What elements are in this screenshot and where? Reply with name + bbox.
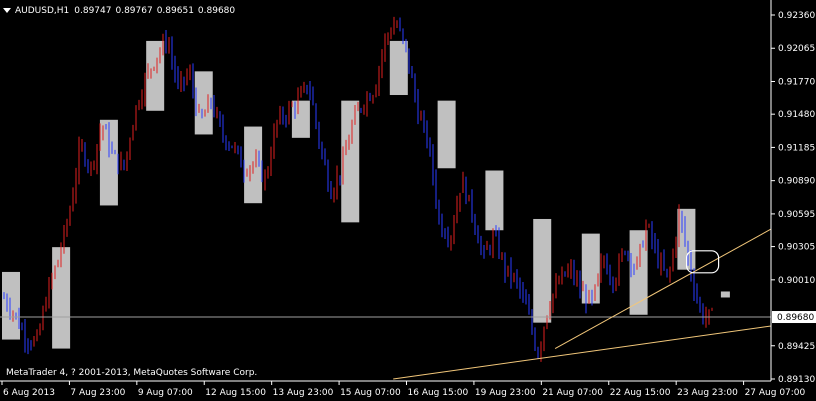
current-price-label: 0.89680 (777, 313, 814, 323)
axes-layer: 0.92360 0.92065 0.91770 0.91480 0.91185 0.908… (0, 0, 816, 398)
highlight-box (341, 100, 360, 223)
price-tick-label: 0.89425 (778, 342, 815, 352)
time-tick-label: 23 Aug 23:00 (677, 388, 738, 398)
current-price-marker (720, 291, 730, 298)
highlight-box (533, 218, 552, 323)
highlight-box (194, 71, 213, 135)
highlight-box (2, 271, 20, 340)
chart-window[interactable]: 0.92360 0.92065 0.91770 0.91480 0.91185 0.908… (0, 0, 816, 401)
highlight-box (437, 100, 456, 169)
time-tick-label: 12 Aug 15:00 (205, 388, 266, 398)
price-tick-label: 0.92065 (778, 44, 815, 54)
chart-header: AUDUSD,H1 0.89747 0.89767 0.89651 0.8968… (3, 4, 239, 17)
highlight-box (485, 170, 504, 231)
time-tick-label: 21 Aug 07:00 (542, 388, 603, 398)
open-price: 0.89747 (74, 5, 112, 16)
chart-menu-triangle-icon[interactable] (3, 8, 11, 13)
price-tick-label: 0.90010 (778, 276, 815, 286)
time-tick-label: 15 Aug 07:00 (340, 388, 401, 398)
highlight-box-layer (2, 40, 696, 349)
highlight-box (146, 40, 165, 111)
time-tick-label: 6 Aug 2013 (3, 388, 55, 398)
price-tick-label: 0.90305 (778, 243, 815, 253)
time-tick-label: 16 Aug 15:00 (408, 388, 469, 398)
price-tick-label: 0.90595 (778, 210, 815, 220)
time-tick-label: 22 Aug 15:00 (610, 388, 671, 398)
time-tick-label: 27 Aug 07:00 (745, 388, 806, 398)
high-price: 0.89767 (115, 5, 153, 16)
time-tick-label: 7 Aug 23:00 (70, 388, 125, 398)
copyright-text: MetaTrader 4, ? 2001-2013, MetaQuotes So… (6, 368, 258, 378)
time-tick-label: 13 Aug 23:00 (273, 388, 334, 398)
price-tick-label: 0.90890 (778, 177, 815, 187)
price-tick-label: 0.91770 (778, 77, 815, 87)
time-tick-label: 9 Aug 07:00 (138, 388, 193, 398)
low-price: 0.89651 (156, 5, 194, 16)
highlight-box (581, 233, 600, 304)
time-tick-label: 19 Aug 23:00 (475, 388, 536, 398)
highlight-box (389, 40, 408, 96)
close-price: 0.89680 (197, 5, 236, 16)
price-tick-label: 0.89130 (778, 375, 815, 385)
price-tick-label: 0.91185 (778, 143, 815, 153)
price-tick-label: 0.92360 (778, 11, 815, 21)
price-chart[interactable]: 0.92360 0.92065 0.91770 0.91480 0.91185 0.908… (0, 0, 816, 401)
price-tick-label: 0.91480 (778, 110, 815, 120)
symbol-timeframe-label: AUDUSD,H1 (15, 5, 70, 16)
